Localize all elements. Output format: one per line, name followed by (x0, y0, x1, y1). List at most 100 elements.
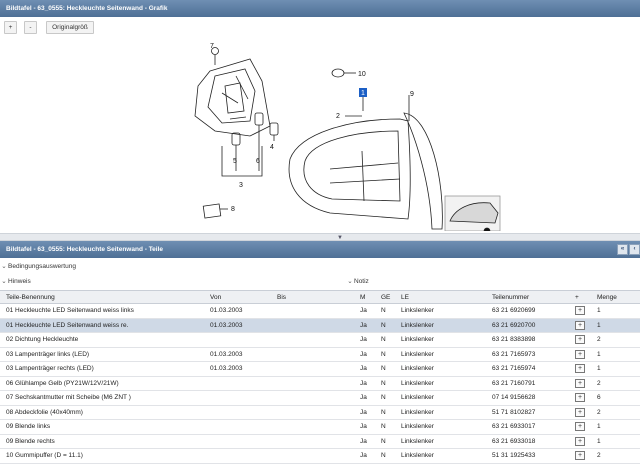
quantity-cell: 2 (591, 405, 640, 420)
part-name-cell: 09 Blende rechts (0, 434, 204, 449)
lamp-carrier-shape (194, 58, 271, 137)
valid-from-cell (204, 332, 271, 348)
quantity-cell: 2 (591, 332, 640, 348)
table-row[interactable]: 03 Lampenträger rechts (LED) 01.03.2003 Ja… (0, 361, 640, 377)
callout-8[interactable]: 8 (231, 206, 235, 213)
part-name-cell: 10 Gummipuffer (D = 11.1) (0, 448, 204, 464)
quantity-cell: 1 (591, 419, 640, 435)
col-header-le[interactable]: LE (395, 290, 486, 304)
original-size-button[interactable]: Originalgröß (46, 21, 94, 34)
col-header-from[interactable]: Von (204, 290, 271, 304)
table-row[interactable]: 09 Blende links Ja N Linkslenker 63 21 69330… (0, 419, 640, 435)
le-cell: Linkslenker (395, 434, 486, 449)
col-header-to[interactable]: Bis (271, 290, 354, 304)
callout-3[interactable]: 3 (239, 182, 243, 189)
add-to-cart-icon[interactable]: + (575, 451, 585, 461)
add-to-cart-icon[interactable]: + (575, 436, 585, 446)
m-cell: Ja (354, 419, 375, 435)
add-to-cart-cell: + (569, 405, 591, 420)
col-header-part-number[interactable]: Teilenummer (486, 290, 569, 304)
add-to-cart-icon[interactable]: + (575, 335, 585, 345)
add-to-cart-cell: + (569, 318, 591, 333)
part-name-cell: 09 Blende links (0, 419, 204, 435)
part-name-cell: 03 Lampenträger links (LED) (0, 347, 204, 362)
part-number-cell: 07 14 9156628 (486, 390, 569, 406)
collapse-right-button[interactable]: ‹ (629, 244, 640, 255)
m-cell: Ja (354, 376, 375, 391)
table-row[interactable]: 01 Heckleuchte LED Seitenwand weiss link… (0, 303, 640, 319)
add-to-cart-cell: + (569, 376, 591, 391)
table-row[interactable]: 02 Dichtung Heckleuchte Ja N Linkslenker 63 … (0, 332, 640, 348)
part-number-cell: 63 21 8383898 (486, 332, 569, 348)
col-header-ge[interactable]: GE (375, 290, 395, 304)
panel-splitter[interactable]: ▼ (0, 233, 640, 241)
table-row[interactable]: 01 Heckleuchte LED Seitenwand weiss re. 0… (0, 318, 640, 333)
hint-toggle[interactable]: ⌄Hinweis (0, 275, 31, 288)
ge-cell: N (375, 332, 395, 348)
quantity-cell: 1 (591, 318, 640, 333)
le-cell: Linkslenker (395, 405, 486, 420)
callout-1[interactable]: 1 (361, 90, 365, 97)
table-row[interactable]: 06 Glühlampe Gelb (PY21W/12V/21W) Ja N Link… (0, 376, 640, 391)
callout-9[interactable]: 9 (410, 91, 414, 98)
quantity-cell: 2 (591, 376, 640, 391)
col-header-quantity[interactable]: Menge (591, 290, 640, 304)
table-row[interactable]: 03 Lampenträger links (LED) 01.03.2003 Ja N… (0, 347, 640, 362)
valid-to-cell (271, 318, 354, 333)
table-row[interactable]: 09 Blende rechts Ja N Linkslenker 63 21 6933… (0, 434, 640, 449)
quantity-cell: 1 (591, 361, 640, 377)
add-to-cart-cell: + (569, 434, 591, 449)
parts-panel-title: Bildtafel - 63_0555: Heckleuchte Seitenw… (6, 246, 164, 253)
ge-cell: N (375, 405, 395, 420)
ge-cell: N (375, 390, 395, 406)
add-to-cart-icon[interactable]: + (575, 422, 585, 432)
valid-from-cell (204, 390, 271, 406)
callout-7[interactable]: 7 (210, 43, 214, 50)
callout-2[interactable]: 2 (336, 113, 340, 120)
add-to-cart-icon[interactable]: + (575, 306, 585, 316)
valid-to-cell (271, 361, 354, 377)
callout-4[interactable]: 4 (270, 144, 274, 151)
callout-10[interactable]: 10 (358, 71, 366, 78)
col-header-m[interactable]: M (354, 290, 375, 304)
parts-diagram[interactable]: 7 10 1 2 9 5 6 4 3 8 (0, 41, 640, 235)
collapse-left-button[interactable]: « (617, 244, 628, 255)
part-name-cell: 08 Abdeckfolie (40x40mm) (0, 405, 204, 420)
zoom-in-button[interactable]: + (4, 21, 17, 34)
add-to-cart-icon[interactable]: + (575, 393, 585, 403)
table-row[interactable]: 08 Abdeckfolie (40x40mm) Ja N Linkslenker 51… (0, 405, 640, 420)
table-header-row: Teile-Benennung Von Bis M GE LE Teilenum… (0, 290, 640, 304)
part-name-cell: 03 Lampenträger rechts (LED) (0, 361, 204, 377)
le-cell: Linkslenker (395, 347, 486, 362)
table-row[interactable]: 10 Gummipuffer (D = 11.1) Ja N Linkslenker 5… (0, 448, 640, 464)
parts-table: Teile-Benennung Von Bis M GE LE Teilenum… (0, 290, 640, 464)
callout-6[interactable]: 6 (256, 158, 260, 165)
valid-to-cell (271, 332, 354, 348)
add-to-cart-icon[interactable]: + (575, 364, 585, 374)
valid-to-cell (271, 376, 354, 391)
note-toggle[interactable]: ⌄Notiz (346, 275, 369, 288)
valid-to-cell (271, 434, 354, 449)
graphic-panel-title: Bildtafel - 63_0555: Heckleuchte Seitenw… (6, 5, 168, 12)
part-name-cell: 02 Dichtung Heckleuchte (0, 332, 204, 348)
add-to-cart-icon[interactable]: + (575, 320, 585, 330)
add-to-cart-icon[interactable]: + (575, 378, 585, 388)
zoom-out-button[interactable]: - (24, 21, 37, 34)
add-to-cart-icon[interactable]: + (575, 349, 585, 359)
table-row[interactable]: 07 Sechskantmutter mit Scheibe (M6 ZNT )… (0, 390, 640, 406)
le-cell: Linkslenker (395, 448, 486, 464)
conditions-row[interactable]: ⌄Bedingungsauswertung (0, 260, 640, 273)
m-cell: Ja (354, 434, 375, 449)
add-to-cart-icon[interactable]: + (575, 407, 585, 417)
ge-cell: N (375, 347, 395, 362)
part-number-cell: 63 21 7160791 (486, 376, 569, 391)
callout-5[interactable]: 5 (233, 158, 237, 165)
part-name-cell: 06 Glühlampe Gelb (PY21W/12V/21W) (0, 376, 204, 391)
le-cell: Linkslenker (395, 303, 486, 319)
part-number-cell: 63 21 6933018 (486, 434, 569, 449)
valid-to-cell (271, 347, 354, 362)
valid-from-cell (204, 448, 271, 464)
part-name-cell: 01 Heckleuchte LED Seitenwand weiss link… (0, 303, 204, 319)
valid-from-cell (204, 405, 271, 420)
col-header-name[interactable]: Teile-Benennung (0, 290, 204, 304)
